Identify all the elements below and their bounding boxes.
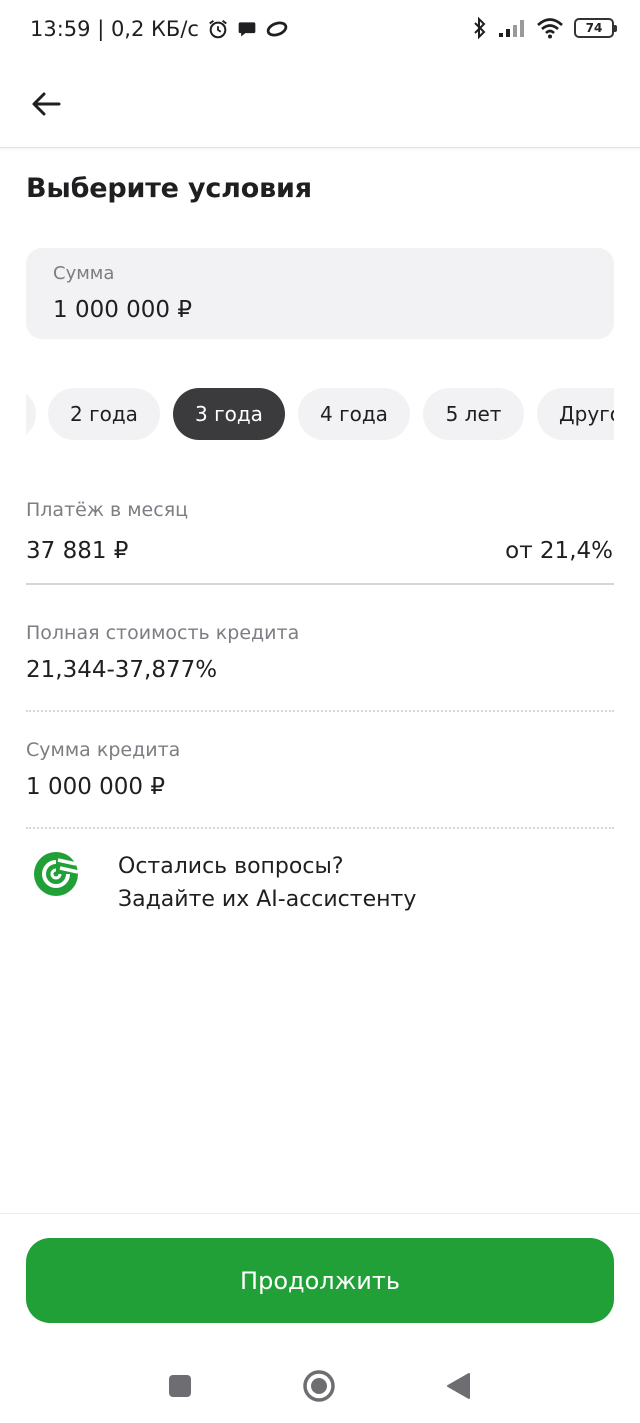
status-left: 13:59 | 0,2 КБ/с xyxy=(30,17,289,41)
battery-level: 74 xyxy=(585,21,603,35)
ai-assistant-text: Остались вопросы? Задайте их AI-ассистен… xyxy=(118,850,416,916)
term-chip-other[interactable]: Другой xyxy=(537,388,614,440)
recents-button[interactable] xyxy=(160,1366,200,1406)
term-chip-3-years[interactable]: 3 года xyxy=(173,388,285,440)
page-title: Выберите условия xyxy=(26,173,312,204)
term-chip-4-years[interactable]: 4 года xyxy=(298,388,410,440)
ring-icon xyxy=(266,21,288,37)
monthly-payment-value: 37 881 ₽ xyxy=(26,538,129,564)
chat-icon xyxy=(238,22,256,37)
term-chips: 2 года 3 года 4 года 5 лет Другой xyxy=(26,388,614,440)
amount-label: Сумма xyxy=(53,263,115,284)
term-chip-5-years[interactable]: 5 лет xyxy=(423,388,524,440)
divider xyxy=(26,583,614,585)
square-icon xyxy=(169,1375,191,1397)
divider xyxy=(26,710,614,712)
amount-field[interactable]: Сумма 1 000 000 ₽ xyxy=(26,248,614,339)
full-cost-label: Полная стоимость кредита xyxy=(26,622,300,644)
monthly-payment-label: Платёж в месяц xyxy=(26,499,189,521)
continue-button[interactable]: Продолжить xyxy=(26,1238,614,1323)
home-button[interactable] xyxy=(299,1366,339,1406)
back-button[interactable] xyxy=(26,84,66,124)
wifi-icon xyxy=(537,18,563,39)
battery-icon: 74 xyxy=(574,18,617,38)
nav-back-button[interactable] xyxy=(438,1366,478,1406)
sber-logo-icon xyxy=(34,852,79,896)
term-chip-2-years[interactable]: 2 года xyxy=(48,388,160,440)
ai-assistant-line1: Остались вопросы? xyxy=(118,854,344,879)
status-right: 74 xyxy=(472,16,617,40)
circle-icon xyxy=(303,1370,335,1402)
app-bar xyxy=(0,60,640,148)
status-bar: 13:59 | 0,2 КБ/с 74 xyxy=(0,0,640,60)
arrow-left-icon xyxy=(32,92,61,116)
interest-rate-value: от 21,4% xyxy=(505,538,613,564)
status-time-speed: 13:59 | 0,2 КБ/с xyxy=(30,17,199,41)
credit-sum-label: Сумма кредита xyxy=(26,739,181,761)
ai-assistant-line2: Задайте их AI-ассистенту xyxy=(118,887,417,912)
bluetooth-icon xyxy=(474,16,486,40)
full-cost-value: 21,344-37,877% xyxy=(26,657,218,683)
bottom-separator xyxy=(0,1213,640,1214)
signal-icon xyxy=(499,20,524,37)
ai-assistant-link[interactable]: Остались вопросы? Задайте их AI-ассистен… xyxy=(26,846,614,916)
divider xyxy=(26,827,614,829)
credit-sum-value: 1 000 000 ₽ xyxy=(26,774,165,800)
triangle-back-icon xyxy=(447,1373,470,1399)
system-nav-bar xyxy=(0,1350,640,1423)
amount-value: 1 000 000 ₽ xyxy=(53,297,192,323)
alarm-icon xyxy=(209,19,227,39)
term-chip-1-year[interactable] xyxy=(26,388,36,440)
